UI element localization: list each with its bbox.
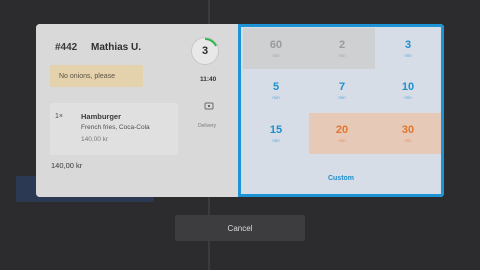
time-option-unit: min	[272, 138, 280, 143]
order-summary-panel: #442 Mathias U. No onions, please 1× Ham…	[36, 24, 238, 197]
time-option-20[interactable]: 20 min	[309, 113, 375, 154]
time-option-value: 10	[401, 81, 415, 93]
time-option-value: 15	[269, 124, 283, 136]
time-option-unit: min	[404, 53, 412, 58]
time-option-value: 3	[404, 39, 412, 51]
item-price: 140,00 kr	[81, 136, 109, 143]
prep-time-dialog: #442 Mathias U. No onions, please 1× Ham…	[36, 24, 444, 197]
cancel-button[interactable]: Cancel	[175, 215, 305, 241]
time-option-value: 20	[335, 124, 349, 136]
time-option-unit: min	[272, 53, 280, 58]
delivery-icon	[204, 102, 214, 110]
time-option-value: 30	[401, 124, 415, 136]
time-option-value: 60	[269, 39, 283, 51]
time-option-30[interactable]: 30 min	[375, 113, 441, 154]
time-option-60: 60 min	[243, 28, 309, 69]
time-option-value: 5	[272, 81, 280, 93]
time-option-unit: min	[404, 95, 412, 100]
order-number: #442	[55, 42, 78, 53]
time-option-15[interactable]: 15 min	[243, 113, 309, 154]
order-note: No onions, please	[50, 65, 143, 87]
time-option-value: 7	[338, 81, 346, 93]
time-option-10[interactable]: 10 min	[375, 70, 441, 111]
time-option-7[interactable]: 7 min	[309, 70, 375, 111]
item-name: Hamburger	[81, 112, 122, 121]
time-option-unit: min	[404, 138, 412, 143]
time-option-unit: min	[338, 95, 346, 100]
custom-time-button[interactable]: Custom	[241, 159, 441, 197]
order-total: 140,00 kr	[51, 161, 83, 170]
time-option-unit: min	[338, 53, 346, 58]
item-modifiers: French fries, Coca-Cola	[81, 124, 150, 131]
time-option-5[interactable]: 5 min	[243, 70, 309, 111]
time-option-unit: min	[272, 95, 280, 100]
order-time: 11:40	[200, 76, 217, 83]
item-quantity: 1×	[55, 113, 63, 120]
time-option-value: 2	[338, 39, 346, 51]
delivery-label: Delivery	[198, 123, 217, 129]
time-option-unit: min	[338, 138, 346, 143]
progress-ring-icon	[204, 37, 217, 47]
list-item: 1× Hamburger French fries, Coca-Cola 140…	[50, 103, 178, 155]
customer-name: Mathias U.	[91, 42, 142, 53]
time-option-2: 2 min	[309, 28, 375, 69]
prep-time-picker: 60 min 2 min 3 min 5 min 7 min 10 min 15 min 20 min 30 mi…	[238, 24, 444, 197]
time-option-3[interactable]: 3 min	[375, 28, 441, 69]
order-note-text: No onions, please	[59, 72, 116, 80]
